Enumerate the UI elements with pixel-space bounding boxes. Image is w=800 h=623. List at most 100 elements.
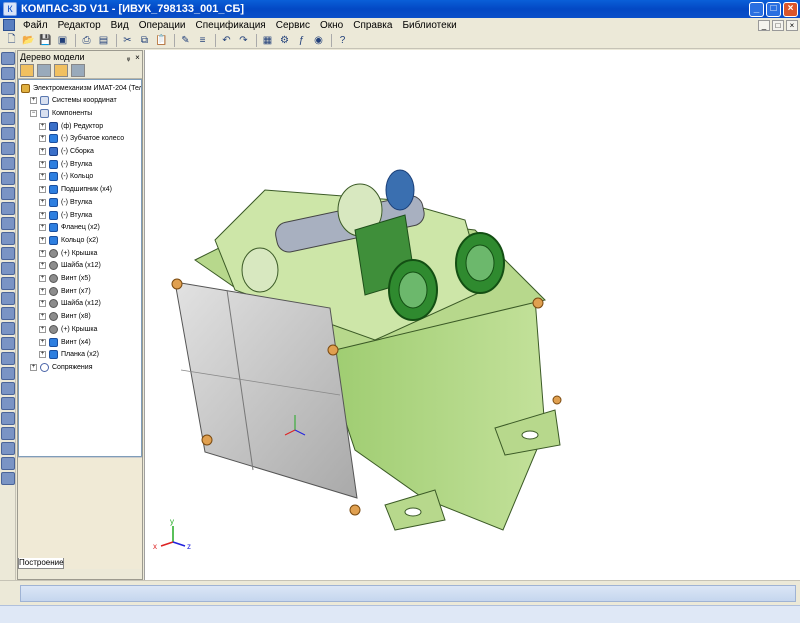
- expand-toggle-icon[interactable]: +: [39, 148, 46, 155]
- tree-view-mode-icon[interactable]: [37, 64, 51, 77]
- rotate-component-icon[interactable]: [1, 262, 15, 275]
- filters-icon[interactable]: [1, 142, 15, 155]
- document-icon[interactable]: [3, 19, 15, 31]
- tree-mates[interactable]: + Сопряжения: [30, 361, 93, 373]
- print-preview-icon[interactable]: ▤: [96, 33, 111, 47]
- spatial-curves-icon[interactable]: [1, 67, 15, 80]
- surfaces-icon[interactable]: [1, 82, 15, 95]
- model-viewport[interactable]: y x z: [144, 50, 800, 580]
- edit-assembly-icon[interactable]: [1, 52, 15, 65]
- tab-construction[interactable]: Построение: [18, 558, 64, 569]
- tree-component-item[interactable]: + Шайба (х12): [39, 260, 101, 272]
- tree-component-item[interactable]: + (-) Кольцо: [39, 171, 93, 183]
- minimize-button[interactable]: _: [749, 1, 764, 17]
- specification-icon[interactable]: [1, 157, 15, 170]
- hole-icon[interactable]: [1, 292, 15, 305]
- expand-toggle-icon[interactable]: +: [39, 211, 46, 219]
- expand-toggle-icon[interactable]: +: [39, 186, 46, 194]
- tree-component-item[interactable]: + Винт (х4): [39, 336, 91, 348]
- pipeline-icon[interactable]: [1, 457, 15, 470]
- help-pointer-icon[interactable]: ?: [335, 33, 350, 47]
- menu-service[interactable]: Сервис: [271, 20, 315, 31]
- sheet-body-icon[interactable]: [1, 202, 15, 215]
- tree-structure-icon[interactable]: [20, 64, 34, 77]
- paste-icon[interactable]: 📋: [154, 33, 169, 47]
- close-panel-icon[interactable]: ×: [133, 53, 142, 62]
- expand-toggle-icon[interactable]: +: [39, 313, 46, 321]
- doc-close-button[interactable]: ×: [786, 19, 798, 31]
- expand-toggle-icon[interactable]: +: [30, 363, 37, 371]
- properties-icon[interactable]: ✎: [178, 33, 193, 47]
- add-component-icon[interactable]: [1, 232, 15, 245]
- tree-component-item[interactable]: + Фланец (х2): [39, 222, 100, 234]
- expand-toggle-icon[interactable]: +: [39, 224, 46, 232]
- new-file-icon[interactable]: 🗋: [4, 33, 19, 47]
- tree-component-item[interactable]: + (-) Сборка: [39, 146, 94, 158]
- undo-icon[interactable]: ↶: [219, 33, 234, 47]
- tree-filter-icon[interactable]: [54, 64, 68, 77]
- print-icon[interactable]: ⎙: [79, 33, 94, 47]
- tree-component-item[interactable]: + Шайба (х12): [39, 298, 101, 310]
- expand-toggle-icon[interactable]: +: [39, 135, 46, 143]
- menu-file[interactable]: Файл: [18, 20, 53, 31]
- expand-toggle-icon[interactable]: −: [30, 109, 37, 117]
- cable-icon[interactable]: [1, 442, 15, 455]
- expand-toggle-icon[interactable]: +: [39, 122, 46, 130]
- measurements-icon[interactable]: [1, 127, 15, 140]
- expand-toggle-icon[interactable]: +: [39, 173, 46, 181]
- expand-toggle-icon[interactable]: +: [39, 198, 46, 206]
- shell-icon[interactable]: [1, 337, 15, 350]
- tree-components[interactable]: − Компоненты: [30, 107, 92, 119]
- doc-restore-button[interactable]: □: [772, 19, 784, 31]
- standard-parts-icon[interactable]: [1, 412, 15, 425]
- mirror-icon[interactable]: [1, 382, 15, 395]
- expand-toggle-icon[interactable]: +: [30, 97, 37, 105]
- tree-coord-systems[interactable]: + Системы координат: [30, 95, 117, 107]
- section-icon[interactable]: [1, 367, 15, 380]
- menu-specification[interactable]: Спецификация: [191, 20, 271, 31]
- auxiliary-geometry-icon[interactable]: [1, 112, 15, 125]
- tree-root[interactable]: Электромеханизм ИМАТ-204 (Тел-0: [21, 82, 141, 94]
- tree-component-item[interactable]: + Планка (х2): [39, 349, 99, 361]
- tree-component-item[interactable]: + (ф) Редуктор: [39, 120, 103, 132]
- function-icon[interactable]: ƒ: [294, 33, 309, 47]
- menu-editor[interactable]: Редактор: [53, 20, 106, 31]
- tree-component-item[interactable]: + Винт (х8): [39, 311, 91, 323]
- view-manager-icon[interactable]: ◉: [311, 33, 326, 47]
- close-button[interactable]: ×: [783, 1, 798, 17]
- menu-operations[interactable]: Операции: [134, 20, 191, 31]
- copy-icon[interactable]: ⧉: [137, 33, 152, 47]
- model-tree-icon[interactable]: ▦: [260, 33, 275, 47]
- maximize-button[interactable]: □: [766, 1, 781, 17]
- expand-toggle-icon[interactable]: +: [39, 249, 46, 257]
- menu-window[interactable]: Окно: [315, 20, 348, 31]
- menu-libraries[interactable]: Библиотеки: [397, 20, 461, 31]
- redo-icon[interactable]: ↷: [236, 33, 251, 47]
- doc-minimize-button[interactable]: _: [758, 19, 770, 31]
- chamfer-icon[interactable]: [1, 307, 15, 320]
- expand-toggle-icon[interactable]: +: [39, 300, 46, 308]
- tree-component-item[interactable]: + (-) Зубчатое колесо: [39, 133, 124, 145]
- mate-icon[interactable]: [1, 277, 15, 290]
- tree-component-item[interactable]: + (+) Крышка: [39, 323, 97, 335]
- manager-icon[interactable]: ⚙: [277, 33, 292, 47]
- fasteners-icon[interactable]: [1, 427, 15, 440]
- constraints-icon[interactable]: [1, 217, 15, 230]
- tree-component-item[interactable]: + (-) Втулка: [39, 209, 92, 221]
- expand-toggle-icon[interactable]: +: [39, 262, 46, 270]
- expand-toggle-icon[interactable]: +: [39, 287, 46, 295]
- expand-toggle-icon[interactable]: +: [39, 351, 46, 359]
- menu-view[interactable]: Вид: [106, 20, 134, 31]
- design-elements-icon[interactable]: [1, 187, 15, 200]
- tree-component-item[interactable]: + Винт (х7): [39, 285, 91, 297]
- save-icon[interactable]: 💾: [38, 33, 53, 47]
- save-all-icon[interactable]: ▣: [55, 33, 70, 47]
- library-icon[interactable]: [1, 397, 15, 410]
- tree-component-item[interactable]: + Кольцо (х2): [39, 234, 98, 246]
- tree-component-item[interactable]: + Подшипник (х4): [39, 184, 112, 196]
- menu-help[interactable]: Справка: [348, 20, 397, 31]
- tree-display-icon[interactable]: [71, 64, 85, 77]
- expand-toggle-icon[interactable]: +: [39, 325, 46, 333]
- move-component-icon[interactable]: [1, 247, 15, 260]
- expand-toggle-icon[interactable]: +: [39, 338, 46, 346]
